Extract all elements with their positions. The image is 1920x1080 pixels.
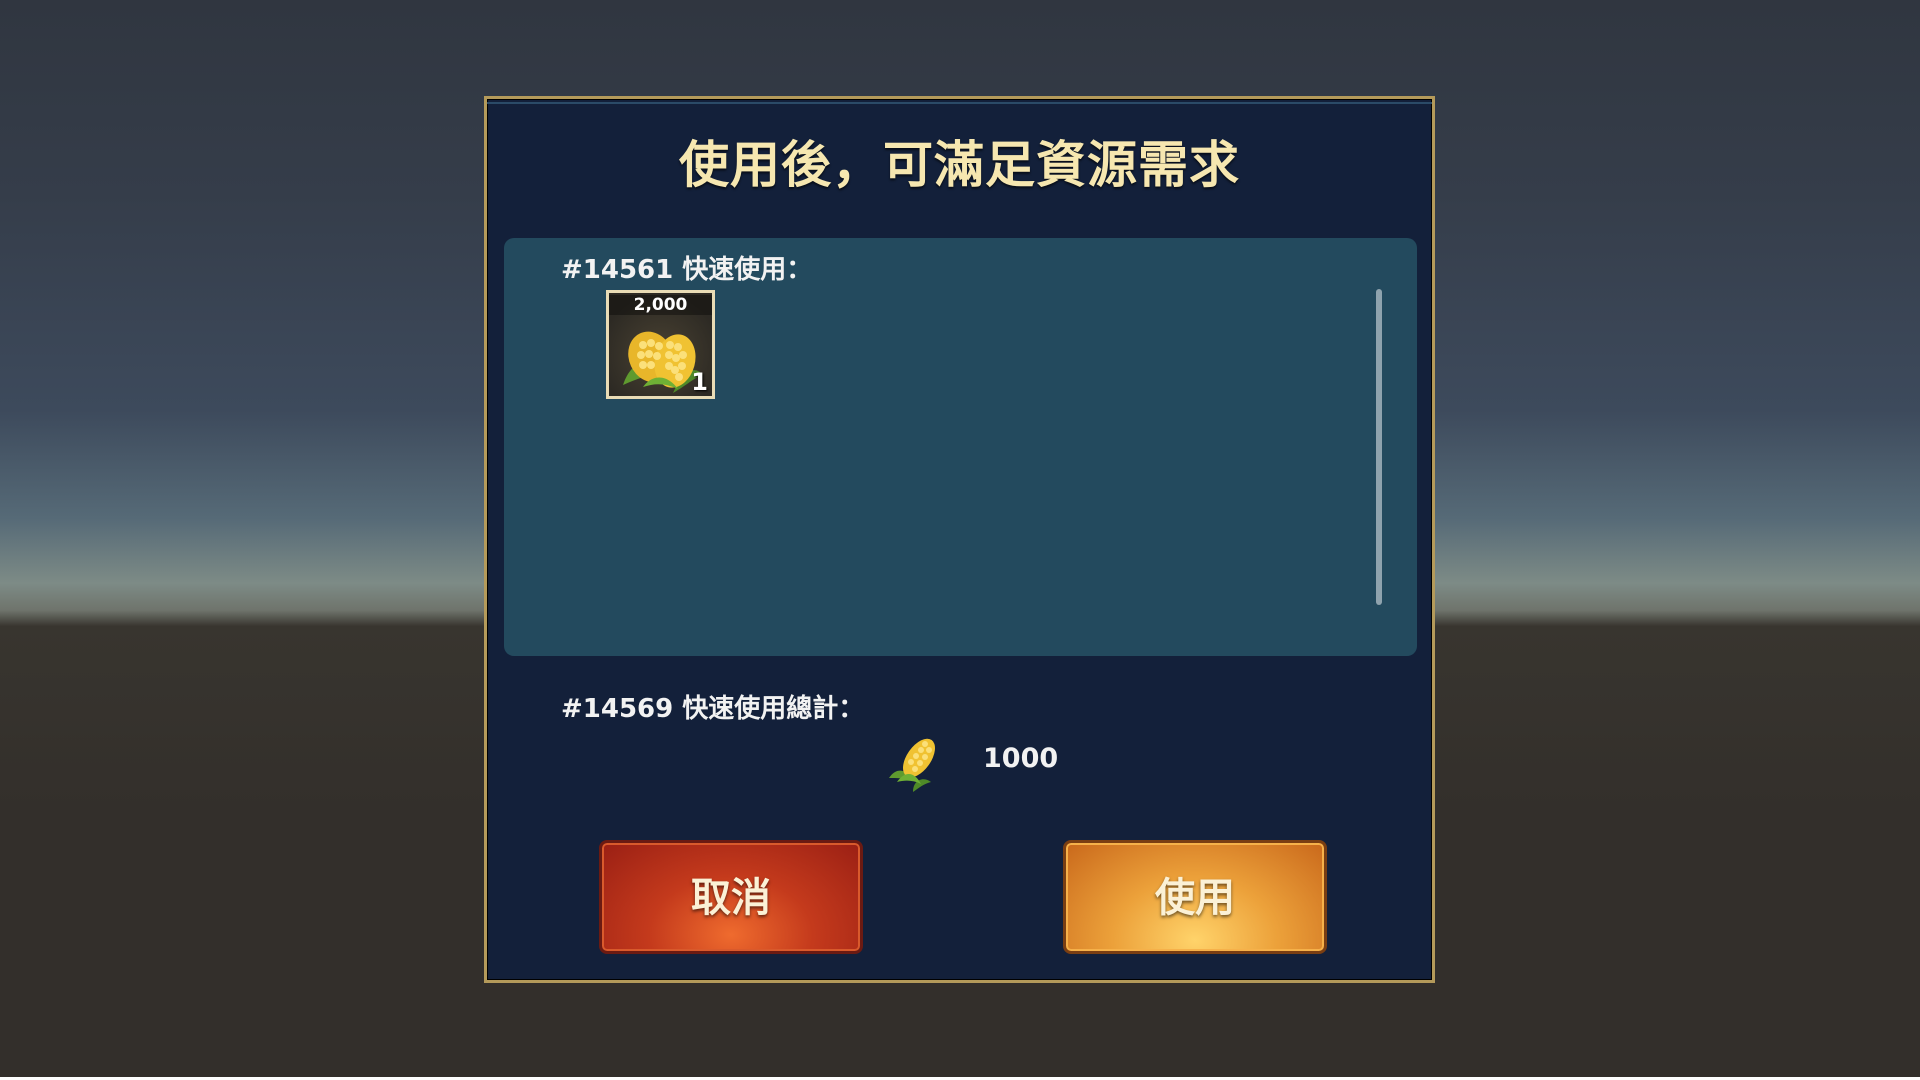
totals-value: 1000 [983,743,1059,774]
quick-use-dialog: 使用後，可滿足資源需求 #14561 快速使用： 2,000 1 #14569 … [484,96,1435,983]
cancel-button[interactable]: 取消 [599,840,863,954]
dialog-title: 使用後，可滿足資源需求 [679,136,1240,194]
item-amount: 2,000 [609,295,712,315]
item-slot-corn[interactable]: 2,000 1 [606,290,715,399]
quick-use-items-panel: #14561 快速使用： 2,000 1 [504,238,1417,656]
items-scrollbar[interactable] [1376,289,1382,605]
totals-label: #14569 快速使用總計： [561,694,865,724]
corn-icon [889,738,935,792]
item-count: 1 [691,368,708,396]
use-button[interactable]: 使用 [1063,840,1327,954]
quick-use-label: #14561 快速使用： [561,255,813,285]
